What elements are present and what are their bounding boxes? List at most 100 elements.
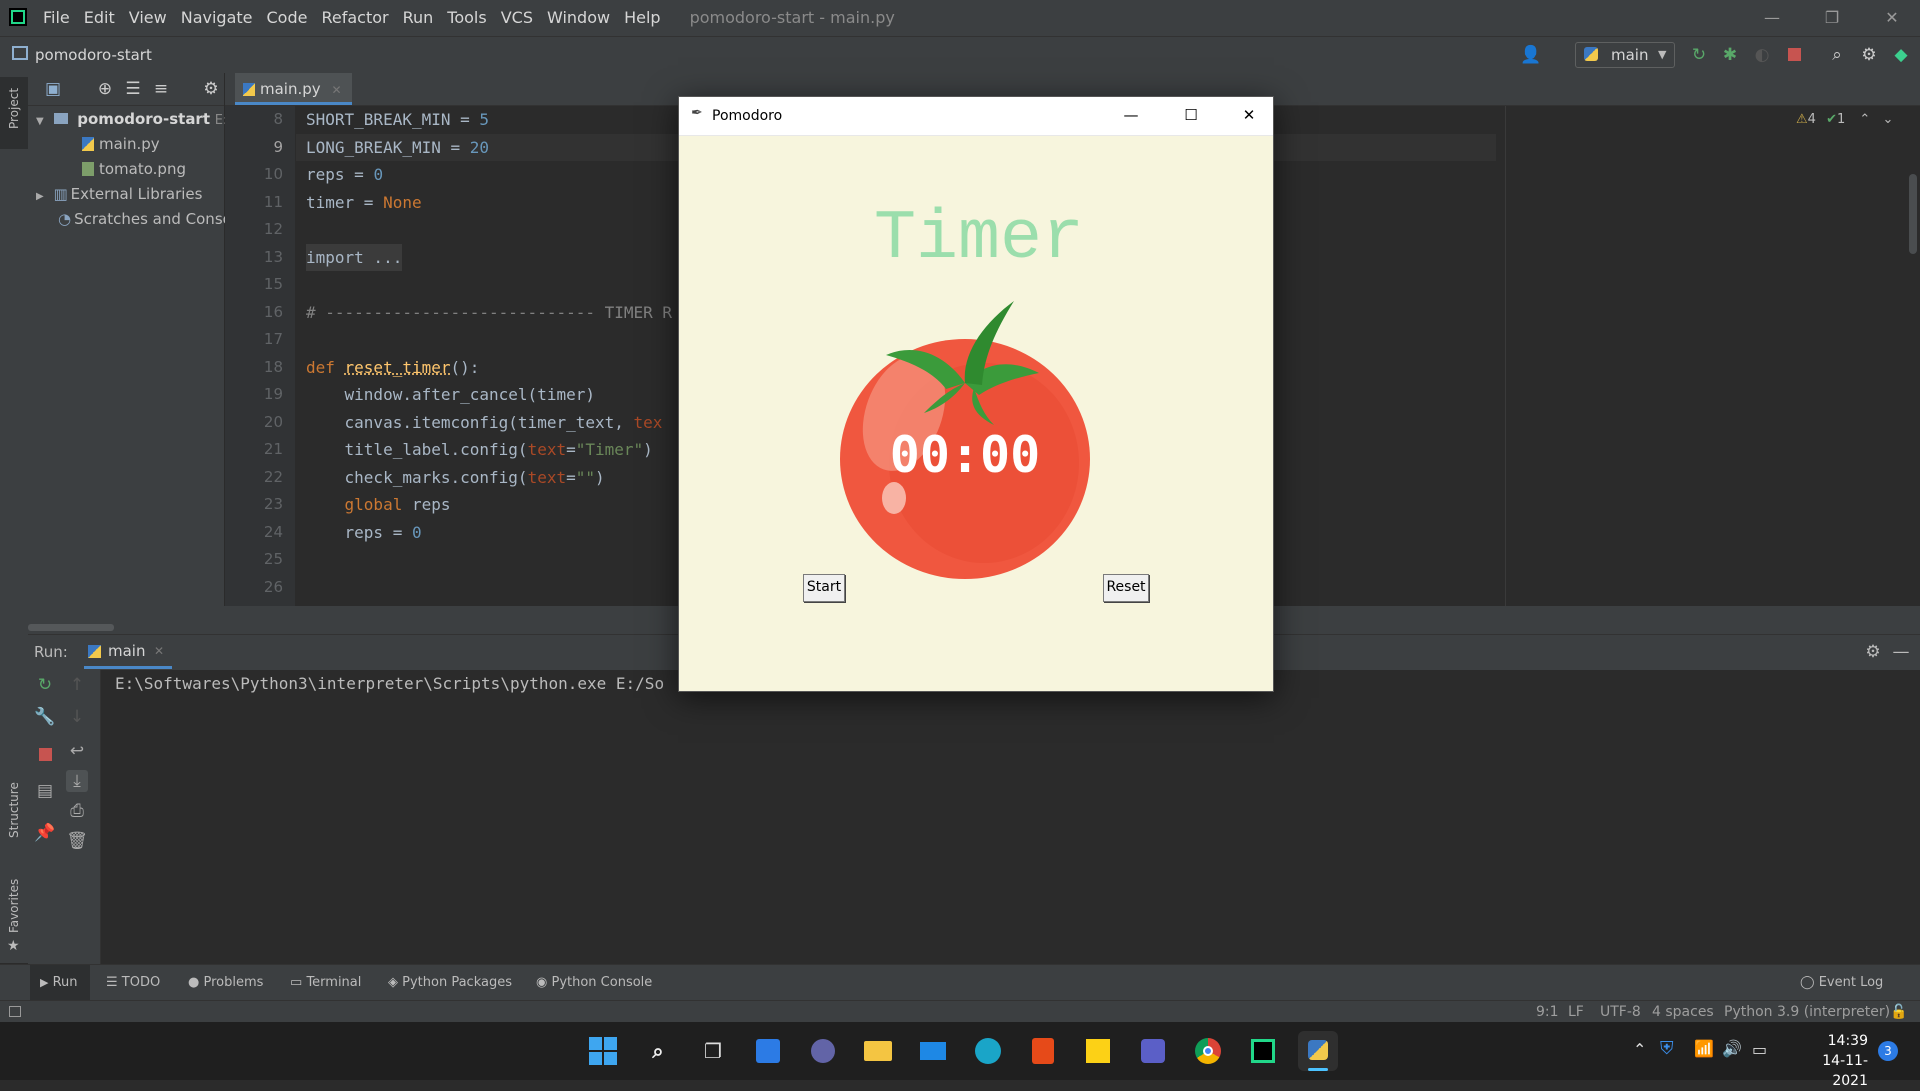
stop-icon[interactable] — [1783, 44, 1805, 66]
minimize-button[interactable]: — — [1109, 97, 1153, 133]
start-icon[interactable] — [583, 1031, 623, 1071]
menu-vcs[interactable]: VCS — [494, 0, 540, 36]
locate-icon[interactable]: ⊕ — [94, 78, 116, 100]
menu-tools[interactable]: Tools — [440, 0, 493, 36]
reset-button[interactable]: Reset — [1103, 574, 1149, 602]
task-view-icon[interactable]: ❐ — [693, 1031, 733, 1071]
notification-badge[interactable]: 3 — [1878, 1041, 1898, 1061]
view-mode-icon[interactable]: ▣ — [42, 78, 64, 100]
wifi-icon[interactable]: 📶 — [1694, 1039, 1714, 1058]
chevron-up-icon[interactable]: ⌃ — [1633, 1040, 1646, 1059]
menu-window[interactable]: Window — [540, 0, 617, 36]
close-button[interactable]: ✕ — [1862, 0, 1920, 36]
tree-item-main-py[interactable]: main.py — [82, 132, 160, 156]
teams-icon[interactable] — [1133, 1031, 1173, 1071]
gear-icon[interactable]: ⚙ — [1862, 641, 1884, 663]
gear-icon[interactable]: ⚙ — [200, 78, 222, 100]
favorites-tool-label[interactable]: Favorites — [7, 879, 21, 933]
office-icon[interactable] — [1023, 1031, 1063, 1071]
scroll-to-end-icon[interactable]: ⤓ — [66, 770, 88, 792]
widgets-icon[interactable] — [748, 1031, 788, 1071]
user-icon[interactable]: 👤 — [1520, 44, 1542, 66]
menu-view[interactable]: View — [122, 0, 174, 36]
minimize-panel-icon[interactable]: — — [1890, 641, 1912, 663]
tool-python-packages[interactable]: ◈ Python Packages — [388, 965, 512, 1001]
menu-file[interactable]: File — [36, 0, 77, 36]
menu-run[interactable]: Run — [396, 0, 441, 36]
tree-item-external-libraries[interactable]: ▶ ▥ External Libraries — [36, 182, 202, 206]
edge-icon[interactable] — [968, 1031, 1008, 1071]
chevron-down-icon[interactable]: ⌄ — [1882, 112, 1893, 127]
maximize-button[interactable]: ☐ — [1169, 97, 1213, 133]
menu-help[interactable]: Help — [617, 0, 667, 36]
wrench-icon[interactable]: 🔧 — [34, 706, 56, 728]
collapse-all-icon[interactable]: ≡ — [150, 78, 172, 100]
toggle-panels-icon[interactable] — [9, 1006, 21, 1017]
search-icon[interactable]: ⌕ — [1826, 44, 1848, 66]
minimize-button[interactable]: — — [1742, 0, 1802, 36]
restore-button[interactable]: ❐ — [1802, 0, 1862, 36]
mail-icon[interactable] — [913, 1031, 953, 1071]
folded-imports[interactable]: import ... — [306, 243, 403, 271]
status-caret-position[interactable]: 9:1 — [1536, 1001, 1559, 1023]
rerun-icon[interactable]: ↻ — [34, 674, 56, 696]
pycharm-icon[interactable] — [1243, 1031, 1283, 1071]
tool-run[interactable]: ▶ Run — [30, 965, 90, 1001]
tool-problems[interactable]: ● Problems — [188, 965, 263, 1001]
run-config-selector[interactable]: main ▼ — [1575, 42, 1675, 68]
lock-icon[interactable]: 🔓 — [1890, 1001, 1907, 1023]
gear-icon[interactable]: ⚙ — [1858, 44, 1880, 66]
search-icon[interactable]: ⌕ — [638, 1031, 678, 1071]
run-console[interactable]: E:\Softwares\Python3\interpreter\Scripts… — [101, 670, 1920, 964]
tool-event-log[interactable]: ◯ Event Log — [1800, 965, 1883, 1001]
toolbox-icon[interactable]: ◆ — [1890, 44, 1912, 66]
chevron-up-icon[interactable]: ⌃ — [1859, 112, 1870, 127]
menu-refactor[interactable]: Refactor — [314, 0, 395, 36]
menu-edit[interactable]: Edit — [77, 0, 122, 36]
inspection-widget[interactable]: ⚠4 ✔1 ⌃ ⌄ — [1796, 112, 1893, 127]
structure-tool-label[interactable]: Structure — [7, 782, 21, 838]
expand-all-icon[interactable]: ☰ — [122, 78, 144, 100]
status-interpreter[interactable]: Python 3.9 (interpreter) — [1724, 1001, 1890, 1023]
horizontal-scrollbar[interactable] — [28, 624, 114, 631]
security-icon[interactable]: ⛨ — [1660, 1038, 1674, 1059]
tool-python-console[interactable]: ◉ Python Console — [536, 965, 652, 1001]
coverage-icon[interactable]: ◐ — [1751, 44, 1773, 66]
tree-item-tomato-png[interactable]: tomato.png — [82, 157, 186, 181]
close-tab-icon[interactable]: ✕ — [331, 83, 341, 97]
close-tab-icon[interactable]: ✕ — [154, 635, 164, 667]
menu-navigate[interactable]: Navigate — [174, 0, 260, 36]
file-explorer-icon[interactable] — [858, 1031, 898, 1071]
arrow-down-icon[interactable]: ↓ — [66, 706, 88, 728]
tool-todo[interactable]: ☰ TODO — [106, 965, 160, 1001]
run-tab-main[interactable]: main ✕ — [84, 635, 172, 669]
sticky-notes-icon[interactable] — [1078, 1031, 1118, 1071]
status-line-separator[interactable]: LF — [1568, 1001, 1584, 1023]
vertical-scrollbar[interactable] — [1909, 174, 1917, 254]
print-icon[interactable]: ⎙ — [66, 800, 88, 822]
battery-icon[interactable]: ▭ — [1752, 1040, 1767, 1059]
breadcrumb-project[interactable]: pomodoro-start — [35, 37, 152, 73]
close-button[interactable]: ✕ — [1227, 97, 1271, 133]
tree-item-scratches[interactable]: ◔ Scratches and Consoles — [58, 207, 253, 231]
status-indent[interactable]: 4 spaces — [1652, 1001, 1714, 1023]
chrome-icon[interactable] — [1188, 1031, 1228, 1071]
soft-wrap-icon[interactable]: ↩ — [66, 740, 88, 762]
tab-main-py[interactable]: main.py ✕ — [235, 73, 352, 105]
rerun-icon[interactable]: ↻ — [1688, 44, 1710, 66]
volume-icon[interactable]: 🔊 — [1722, 1039, 1742, 1058]
debug-icon[interactable]: ✱ — [1719, 44, 1741, 66]
python-app-icon[interactable] — [1298, 1031, 1338, 1071]
status-encoding[interactable]: UTF-8 — [1600, 1001, 1641, 1023]
trash-icon[interactable]: 🗑 — [66, 830, 88, 852]
project-tool-label[interactable]: Project — [7, 88, 21, 129]
stop-icon[interactable] — [34, 744, 56, 766]
tree-root[interactable]: ▼ pomodoro-start E:\S — [36, 107, 240, 131]
clock[interactable]: 14:39 14-11-2021 — [1790, 1031, 1868, 1091]
menu-code[interactable]: Code — [260, 0, 315, 36]
chat-icon[interactable] — [803, 1031, 843, 1071]
pin-icon[interactable]: 📌 — [34, 822, 56, 844]
tool-terminal[interactable]: ▭ Terminal — [290, 965, 361, 1001]
layout-icon[interactable]: ▤ — [34, 780, 56, 802]
start-button[interactable]: Start — [803, 574, 845, 602]
